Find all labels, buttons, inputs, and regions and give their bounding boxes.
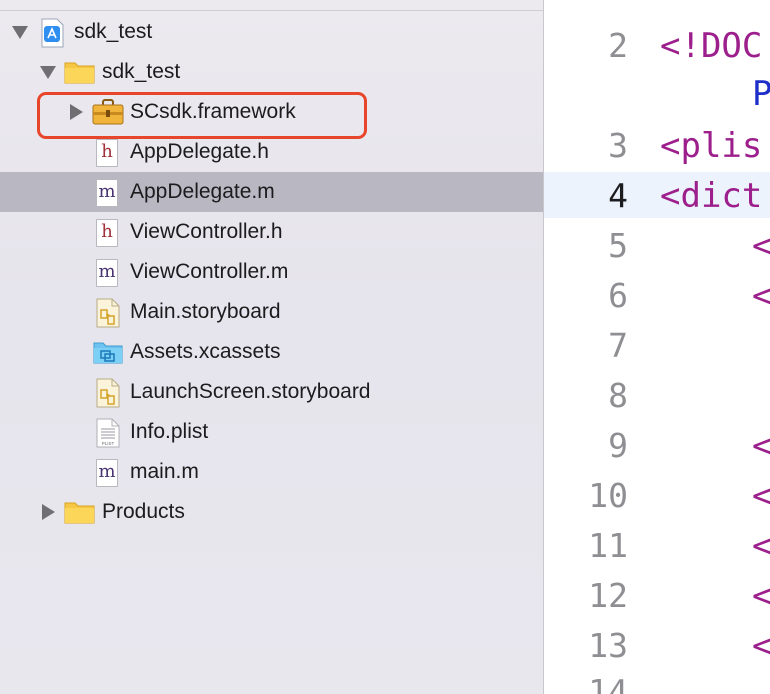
xcode-project-icon	[40, 18, 64, 53]
code-editor[interactable]: 2 <!DOC P 3 <plis 4 <dict 5 < 6 < 7 8 9 …	[544, 0, 770, 694]
disclosure-triangle-expanded-icon[interactable]	[40, 66, 56, 79]
header-file-icon: h	[96, 219, 118, 247]
line-number: 7	[608, 326, 628, 365]
tree-item-label: Products	[102, 500, 185, 523]
line-number: 8	[608, 376, 628, 415]
annotation-highlight-box	[37, 92, 367, 139]
tree-item-label: Info.plist	[130, 420, 209, 443]
disclosure-triangle-expanded-icon[interactable]	[12, 26, 28, 39]
line-number: 13	[588, 626, 628, 665]
tree-row-main-m[interactable]: m main.m	[0, 452, 543, 492]
code-line: <!DOC	[660, 26, 763, 66]
tree-row-info-plist[interactable]: PLIST Info.plist	[0, 412, 543, 452]
asset-catalog-icon	[93, 340, 123, 369]
line-number: 2	[608, 26, 628, 65]
plist-icon-text: PLIST	[102, 441, 115, 446]
code-line: <	[752, 426, 770, 466]
line-number: 5	[608, 226, 628, 265]
line-number: 3	[608, 126, 628, 165]
tree-row-appdelegate-m[interactable]: m AppDelegate.m	[0, 172, 543, 212]
tree-row-main-storyboard[interactable]: Main.storyboard	[0, 292, 543, 332]
tree-row-viewcontroller-h[interactable]: h ViewController.h	[0, 212, 543, 252]
tree-row-products[interactable]: Products	[0, 492, 543, 532]
tree-row-viewcontroller-m[interactable]: m ViewController.m	[0, 252, 543, 292]
code-line: <plis	[660, 126, 763, 166]
objc-file-icon: m	[96, 459, 118, 487]
line-number: 12	[588, 576, 628, 615]
header-file-icon: h	[96, 139, 118, 167]
folder-icon	[64, 60, 95, 89]
disclosure-triangle-collapsed-icon[interactable]	[42, 504, 55, 520]
code-line: <	[752, 476, 770, 516]
tree-item-label: Assets.xcassets	[130, 340, 281, 363]
tree-item-label: Main.storyboard	[130, 300, 281, 323]
code-line: <	[752, 576, 770, 616]
code-line: <	[752, 226, 770, 266]
line-number-current: 4	[608, 176, 628, 215]
storyboard-icon	[96, 378, 120, 413]
tree-item-label: AppDelegate.h	[130, 140, 269, 163]
tree-item-label: ViewController.m	[130, 260, 289, 283]
tree-row-launchscreen-storyboard[interactable]: LaunchScreen.storyboard	[0, 372, 543, 412]
tree-item-label: main.m	[130, 460, 199, 483]
tree-item-label: ViewController.h	[130, 220, 283, 243]
code-line: <dict	[660, 176, 763, 216]
line-number: 9	[608, 426, 628, 465]
tree-row-group-sdk-test[interactable]: sdk_test	[0, 52, 543, 92]
code-line: <	[752, 626, 770, 666]
navigator-top-border	[0, 10, 543, 11]
objc-file-icon: m	[96, 179, 118, 207]
plist-file-icon: PLIST	[96, 418, 120, 453]
tree-item-label: LaunchScreen.storyboard	[130, 380, 371, 403]
code-line: P	[752, 74, 770, 114]
line-number: 14	[588, 672, 628, 694]
line-number: 10	[588, 476, 628, 515]
tree-item-label: AppDelegate.m	[130, 180, 275, 203]
line-number: 11	[588, 526, 628, 565]
code-line: <	[752, 276, 770, 316]
storyboard-icon	[96, 298, 120, 333]
tree-row-project[interactable]: sdk_test	[0, 12, 543, 52]
tree-item-label: sdk_test	[102, 60, 181, 83]
code-line: <	[752, 526, 770, 566]
tree-item-label: sdk_test	[74, 20, 153, 43]
tree-row-assets-xcassets[interactable]: Assets.xcassets	[0, 332, 543, 372]
line-number: 6	[608, 276, 628, 315]
objc-file-icon: m	[96, 259, 118, 287]
folder-icon	[64, 500, 95, 529]
project-navigator: sdk_test sdk_test SCsdk.framework h AppD…	[0, 0, 543, 694]
